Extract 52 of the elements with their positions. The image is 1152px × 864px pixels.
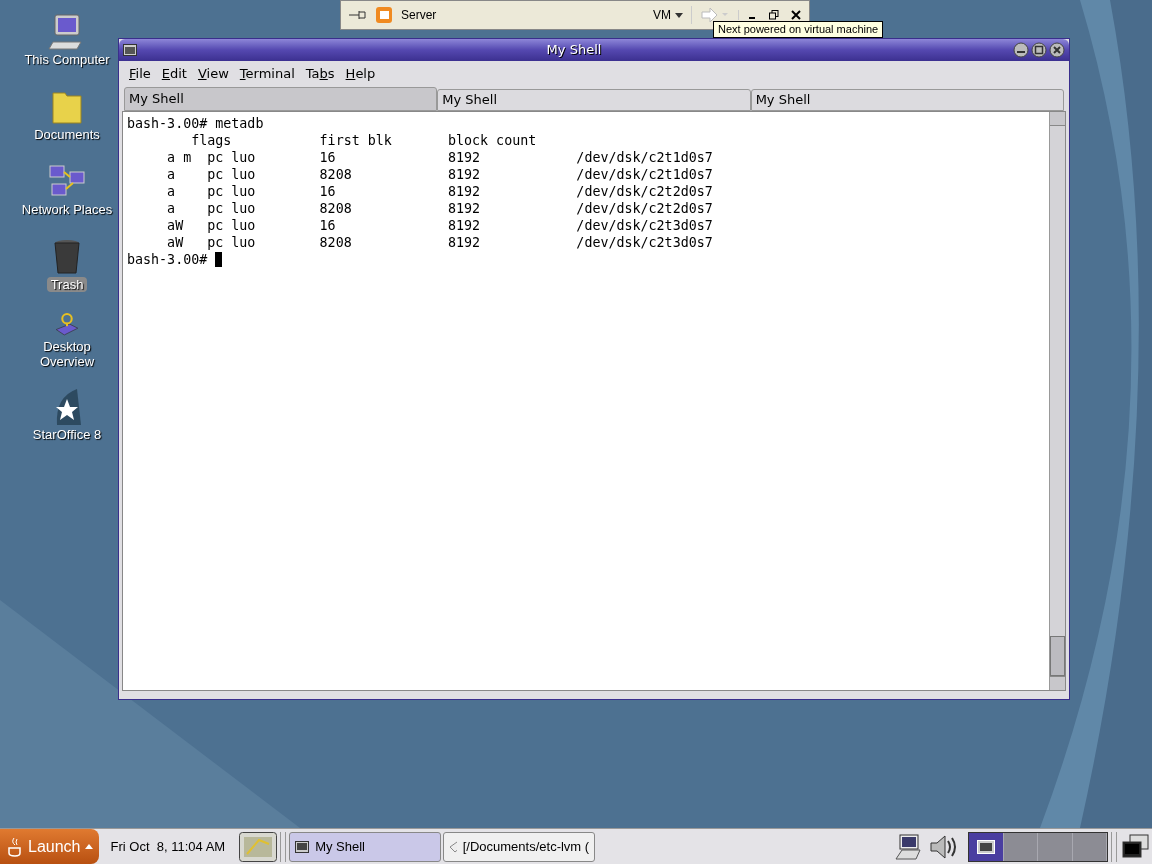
launch-button[interactable]: Launch	[0, 829, 99, 864]
maximize-icon[interactable]	[1031, 42, 1047, 58]
minimize-icon[interactable]	[1013, 42, 1029, 58]
desktop-icon-label[interactable]: Network Places	[17, 202, 117, 217]
tab[interactable]: My Shell	[124, 87, 438, 111]
terminal-line: a pc luo 8208 8192 /dev/dsk/c2t1d0s7	[166, 166, 713, 183]
task-button[interactable]: My Shell	[289, 831, 442, 862]
window-menu-icon[interactable]	[123, 44, 137, 56]
close-icon[interactable]	[1049, 42, 1065, 58]
window-thumbnail-icon	[976, 839, 995, 854]
terminal-icon[interactable]	[894, 832, 922, 861]
close-icon[interactable]	[791, 10, 801, 20]
pin-icon[interactable]	[349, 10, 367, 20]
terminal-line: a pc luo 16 8192 /dev/dsk/c2t2d0s7	[166, 183, 713, 200]
show-desktop-icon[interactable]	[239, 831, 278, 862]
cup-icon	[6, 835, 24, 858]
task-button[interactable]: [/Documents/etc-lvm (	[443, 831, 596, 862]
vm-menu-button[interactable]: VM	[653, 6, 692, 24]
terminal-prompt: bash-3.00#	[127, 251, 208, 268]
menu-item[interactable]: Help	[341, 64, 380, 84]
vm-title: Server	[401, 7, 438, 24]
window-title: My Shell	[545, 41, 603, 60]
menu-item[interactable]: Edit	[157, 64, 191, 84]
terminal-line: flags first blk block count	[190, 132, 537, 149]
terminal-line: aW pc luo 8208 8192 /dev/dsk/c2t3d0s7	[166, 234, 713, 251]
text-cursor	[215, 252, 223, 267]
menu-item[interactable]: Terminal	[235, 64, 299, 84]
tooltip: Next powered on virtual machine	[713, 21, 884, 38]
menu-item[interactable]: View	[193, 64, 233, 84]
tab[interactable]: My Shell	[750, 89, 1064, 111]
terminal-icon	[295, 840, 310, 853]
menu-item[interactable]: Tabs	[301, 64, 339, 84]
desktop-icon-label[interactable]: StarOffice 8	[28, 427, 106, 442]
windows-list-icon[interactable]	[1120, 832, 1150, 861]
tab[interactable]: My Shell	[437, 89, 751, 111]
terminal-line: a m pc luo 16 8192 /dev/dsk/c2t1d0s7	[166, 149, 713, 166]
caret-icon	[675, 12, 683, 18]
restore-icon[interactable]	[769, 10, 779, 20]
terminal-line: a pc luo 8208 8192 /dev/dsk/c2t2d0s7	[166, 200, 713, 217]
terminal-line: bash-3.00# metadb	[127, 115, 264, 132]
desktop-icon-label[interactable]: Desktop Overview	[15, 339, 119, 369]
menu-item[interactable]: File	[125, 64, 155, 84]
desktop-icon-label[interactable]: This Computer	[20, 52, 114, 67]
scrollbar[interactable]	[1049, 112, 1065, 690]
scrollbar-thumb[interactable]	[1050, 636, 1065, 676]
clock[interactable]: Fri Oct 8, 11:04 AM	[98, 836, 238, 857]
desktop-icon-label[interactable]: Documents	[30, 127, 104, 142]
server-icon	[375, 6, 393, 24]
arrow-right-icon[interactable]	[700, 7, 730, 23]
workspace[interactable]	[969, 832, 1004, 861]
terminal-line: aW pc luo 16 8192 /dev/dsk/c2t3d0s7	[166, 217, 713, 234]
caret-up-icon	[84, 844, 93, 849]
